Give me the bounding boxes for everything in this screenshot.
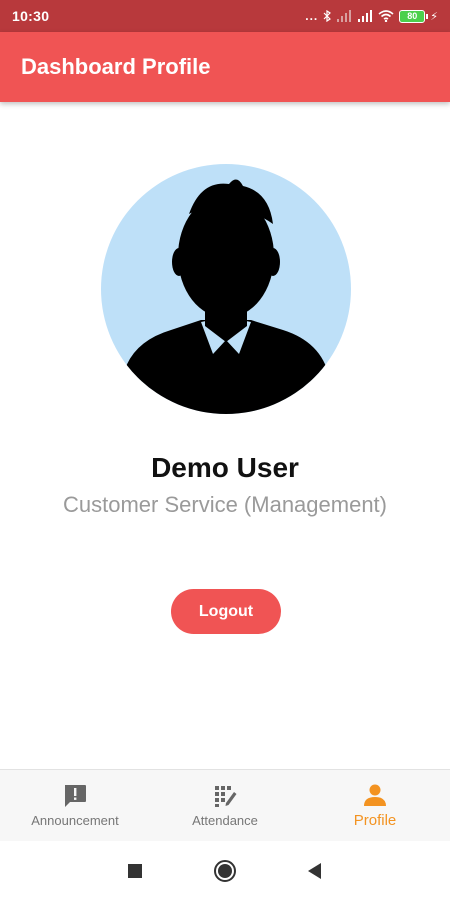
wifi-icon [378,10,394,22]
status-time: 10:30 [12,8,50,24]
tab-label-profile: Profile [353,812,397,829]
tab-announcement[interactable]: Announcement [0,770,150,841]
status-icons: ... 80 ⚡ [305,9,438,23]
home-button[interactable] [180,851,270,891]
tab-attendance[interactable]: Attendance [150,770,300,841]
back-triangle-icon [308,862,321,879]
signal-icon-2 [358,10,373,22]
tab-profile[interactable]: Profile [300,770,450,841]
app-bar: Dashboard Profile [0,32,450,102]
page-title: Dashboard Profile [21,54,211,79]
logout-button[interactable]: Logout [171,589,281,634]
person-icon [364,784,386,806]
bluetooth-icon [323,10,332,22]
battery-icon: 80 [399,9,429,23]
bottom-nav: Announcement Attendance Profile [0,769,450,841]
signal-icon-1 [337,10,352,22]
recents-square-icon [128,863,142,878]
attendance-icon [215,786,237,807]
home-circle-icon [214,859,236,882]
charging-bolt-icon: ⚡ [430,10,438,23]
system-nav-bar [0,841,450,900]
announcement-icon [65,785,86,807]
user-name: Demo User [151,452,299,483]
user-silhouette-icon [123,179,329,414]
avatar [101,164,351,414]
status-bar: 10:30 ... 80 ⚡ [0,0,450,32]
tab-label-announcement: Announcement [31,813,119,828]
tab-label-attendance: Attendance [192,813,258,828]
user-role: Customer Service (Management) [62,492,387,517]
back-button[interactable] [270,851,360,891]
recents-button[interactable] [90,851,180,891]
notification-dots-icon: ... [305,9,319,23]
